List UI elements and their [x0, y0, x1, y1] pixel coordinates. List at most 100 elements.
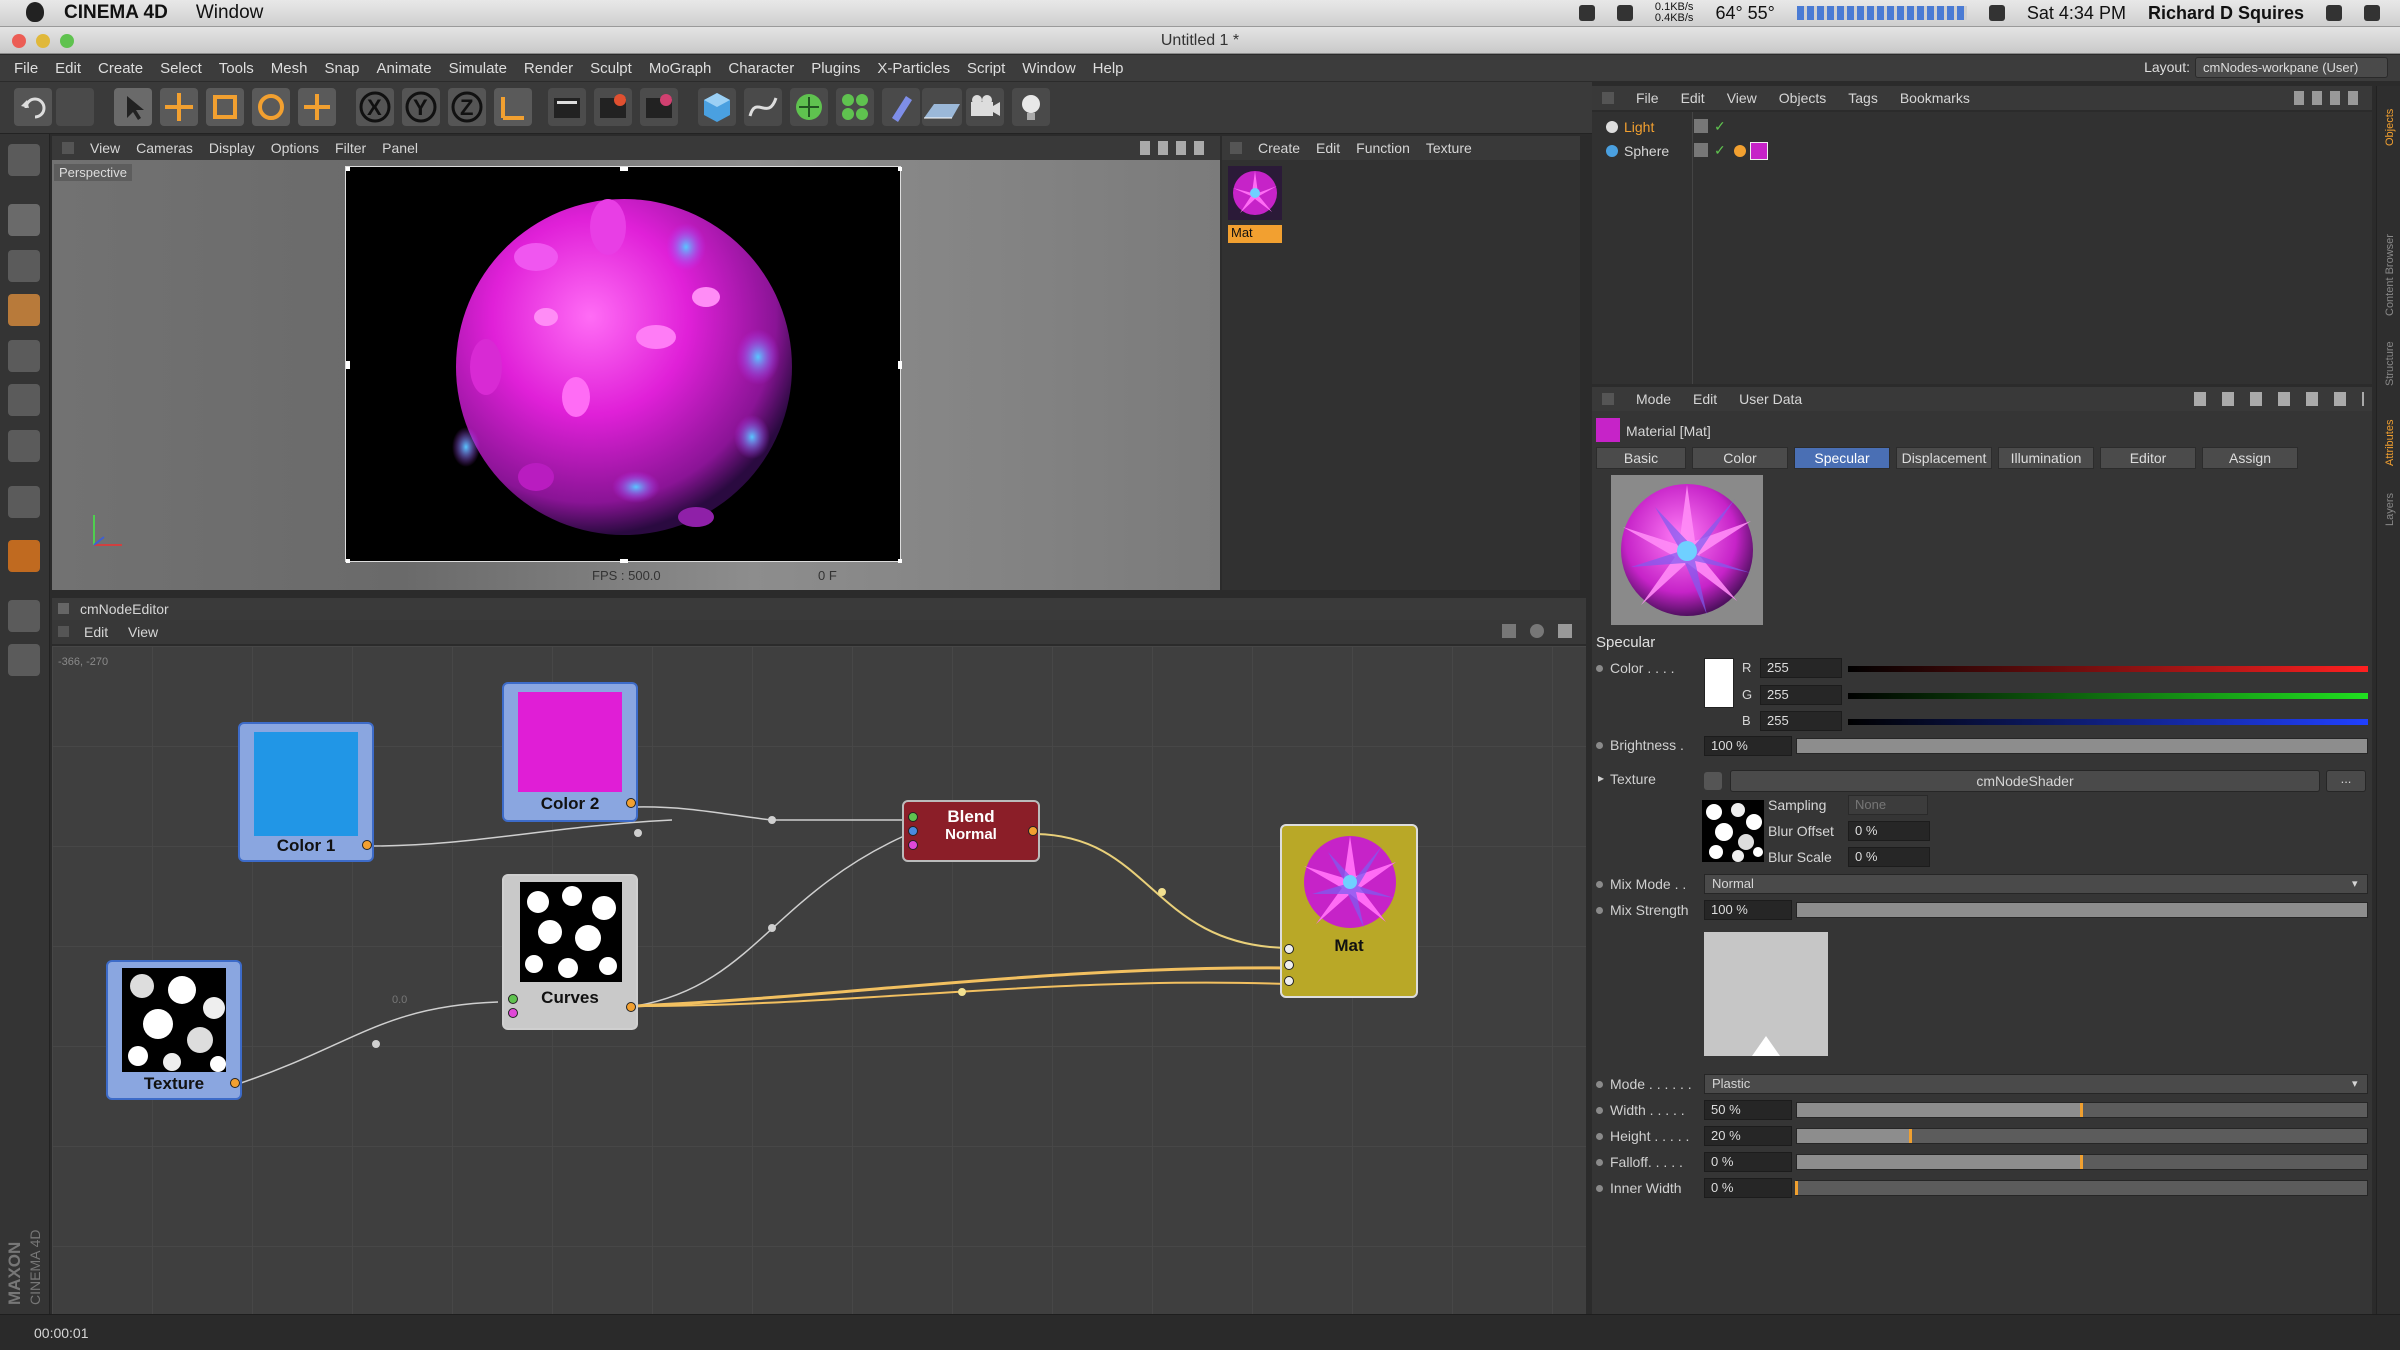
menu-script[interactable]: Script: [967, 60, 1005, 77]
material-tag-icon[interactable]: [1750, 142, 1768, 160]
attributes-panel-icon[interactable]: [1602, 393, 1614, 405]
deformer-icon[interactable]: [882, 88, 920, 126]
viewport-menu-cameras[interactable]: Cameras: [136, 140, 193, 156]
color-r-slider[interactable]: [1848, 666, 2368, 672]
object-name[interactable]: Light: [1624, 119, 1654, 135]
tab-basic[interactable]: Basic: [1596, 447, 1686, 469]
z-axis-icon[interactable]: Z: [448, 88, 486, 126]
snap-icon[interactable]: [8, 540, 40, 572]
scale-icon[interactable]: [206, 88, 244, 126]
node-mat[interactable]: Mat: [1280, 824, 1418, 998]
mix-strength-field[interactable]: 100 %: [1704, 900, 1792, 920]
texture-more-button[interactable]: ...: [2326, 770, 2366, 792]
node-texture-output-port[interactable]: [230, 1078, 240, 1088]
clock[interactable]: Sat 4:34 PM: [2027, 3, 2126, 24]
menu-snap[interactable]: Snap: [324, 60, 359, 77]
menu-file[interactable]: File: [14, 60, 38, 77]
blur-scale-field[interactable]: 0 %: [1848, 847, 1930, 867]
width-slider[interactable]: [1796, 1102, 2368, 1118]
viewport-panel-icon[interactable]: [62, 142, 74, 154]
workplane-mode-icon[interactable]: [8, 294, 40, 326]
status-wifi-icon[interactable]: [1616, 5, 1633, 21]
color-g-slider[interactable]: [1848, 693, 2368, 699]
texture-menu-arrow-icon[interactable]: [1704, 772, 1722, 790]
brightness-param-dot[interactable]: [1596, 742, 1603, 749]
height-field[interactable]: 20 %: [1704, 1126, 1792, 1146]
object-name[interactable]: Sphere: [1624, 143, 1669, 159]
mode-chevron-down-icon[interactable]: ▾: [2352, 1077, 2358, 1090]
coordinate-system-icon[interactable]: [494, 88, 532, 126]
workplane-icon[interactable]: [8, 600, 40, 632]
brightness-slider[interactable]: [1796, 738, 2368, 754]
tab-assign[interactable]: Assign: [2202, 447, 2298, 469]
color-swatch[interactable]: [1704, 658, 1734, 708]
color-param-dot[interactable]: [1596, 665, 1603, 672]
node-editor-view-icon[interactable]: [1530, 624, 1544, 638]
zoom-window-icon[interactable]: [60, 34, 74, 48]
slider-marker[interactable]: [2080, 1103, 2083, 1117]
wire-knot[interactable]: [372, 1040, 380, 1048]
node-editor-menu-icon[interactable]: [58, 626, 69, 637]
node-editor-arrange-icon[interactable]: [1502, 624, 1516, 638]
inner-width-field[interactable]: 0 %: [1704, 1178, 1792, 1198]
spotlight-search-icon[interactable]: [2326, 5, 2342, 21]
objects-search-icons[interactable]: [2294, 91, 2364, 105]
x-axis-icon[interactable]: X: [356, 88, 394, 126]
color-r-field[interactable]: 255: [1760, 658, 1842, 678]
attributes-menu-user-data[interactable]: User Data: [1739, 391, 1802, 407]
node-color2[interactable]: Color 2: [502, 682, 638, 822]
attributes-nav-icons[interactable]: [2194, 392, 2364, 406]
height-slider[interactable]: [1796, 1128, 2368, 1144]
menu-window[interactable]: Window: [1022, 60, 1075, 77]
node-blend-input-port-c[interactable]: [908, 840, 918, 850]
make-editable-icon[interactable]: [8, 144, 40, 176]
node-curves-output-port[interactable]: [626, 1002, 636, 1012]
node-mat-input-port-b[interactable]: [1284, 960, 1294, 970]
render-view-icon[interactable]: [548, 88, 586, 126]
objects-menu-file[interactable]: File: [1636, 90, 1659, 106]
wire-knot[interactable]: [1158, 888, 1166, 896]
node-blend-output-port[interactable]: [1028, 826, 1038, 836]
viewport-menu-display[interactable]: Display: [209, 140, 255, 156]
status-heart-icon[interactable]: [1578, 5, 1595, 21]
menu-select[interactable]: Select: [160, 60, 202, 77]
menu-plugins[interactable]: Plugins: [811, 60, 860, 77]
cloner-icon[interactable]: [836, 88, 874, 126]
material-menu-edit[interactable]: Edit: [1316, 140, 1340, 156]
node-curves[interactable]: Curves: [502, 874, 638, 1030]
rotate-icon[interactable]: [252, 88, 290, 126]
node-menu-edit[interactable]: Edit: [84, 624, 108, 640]
attributes-menu-mode[interactable]: Mode: [1636, 391, 1671, 407]
objects-menu-view[interactable]: View: [1727, 90, 1757, 106]
object-row-light[interactable]: Light: [1606, 118, 1654, 136]
floor-icon[interactable]: [922, 88, 962, 126]
user-name[interactable]: Richard D Squires: [2148, 3, 2304, 24]
add-icon[interactable]: [298, 88, 336, 126]
texture-shader-button[interactable]: cmNodeShader: [1730, 770, 2320, 792]
slider-marker[interactable]: [2080, 1155, 2083, 1169]
close-window-icon[interactable]: [12, 34, 26, 48]
volume-icon[interactable]: [1988, 5, 2005, 21]
texture-expand-arrow-icon[interactable]: ▸: [1598, 771, 1604, 785]
node-menu-view[interactable]: View: [128, 624, 158, 640]
objects-menu-objects[interactable]: Objects: [1779, 90, 1826, 106]
node-editor-tools-icon[interactable]: [1558, 624, 1572, 638]
menu-tools[interactable]: Tools: [219, 60, 254, 77]
tab-displacement[interactable]: Displacement: [1896, 447, 1992, 469]
material-panel-icon[interactable]: [1230, 142, 1242, 154]
viewport-menu-options[interactable]: Options: [271, 140, 319, 156]
viewport-menu-view[interactable]: View: [90, 140, 120, 156]
node-curves-input-port[interactable]: [508, 994, 518, 1004]
menu-animate[interactable]: Animate: [377, 60, 432, 77]
menu-render[interactable]: Render: [524, 60, 573, 77]
material-menu-create[interactable]: Create: [1258, 140, 1300, 156]
falloff-field[interactable]: 0 %: [1704, 1152, 1792, 1172]
menu-simulate[interactable]: Simulate: [449, 60, 507, 77]
material-menu-function[interactable]: Function: [1356, 140, 1410, 156]
color-b-field[interactable]: 255: [1760, 711, 1842, 731]
y-axis-icon[interactable]: Y: [402, 88, 440, 126]
node-editor-canvas[interactable]: -366, -270 0.0 Color 1 Color 2 Curves Te…: [52, 646, 1586, 1314]
menu-edit[interactable]: Edit: [55, 60, 81, 77]
tab-specular[interactable]: Specular: [1794, 447, 1890, 469]
render-picture-viewer-icon[interactable]: [594, 88, 632, 126]
